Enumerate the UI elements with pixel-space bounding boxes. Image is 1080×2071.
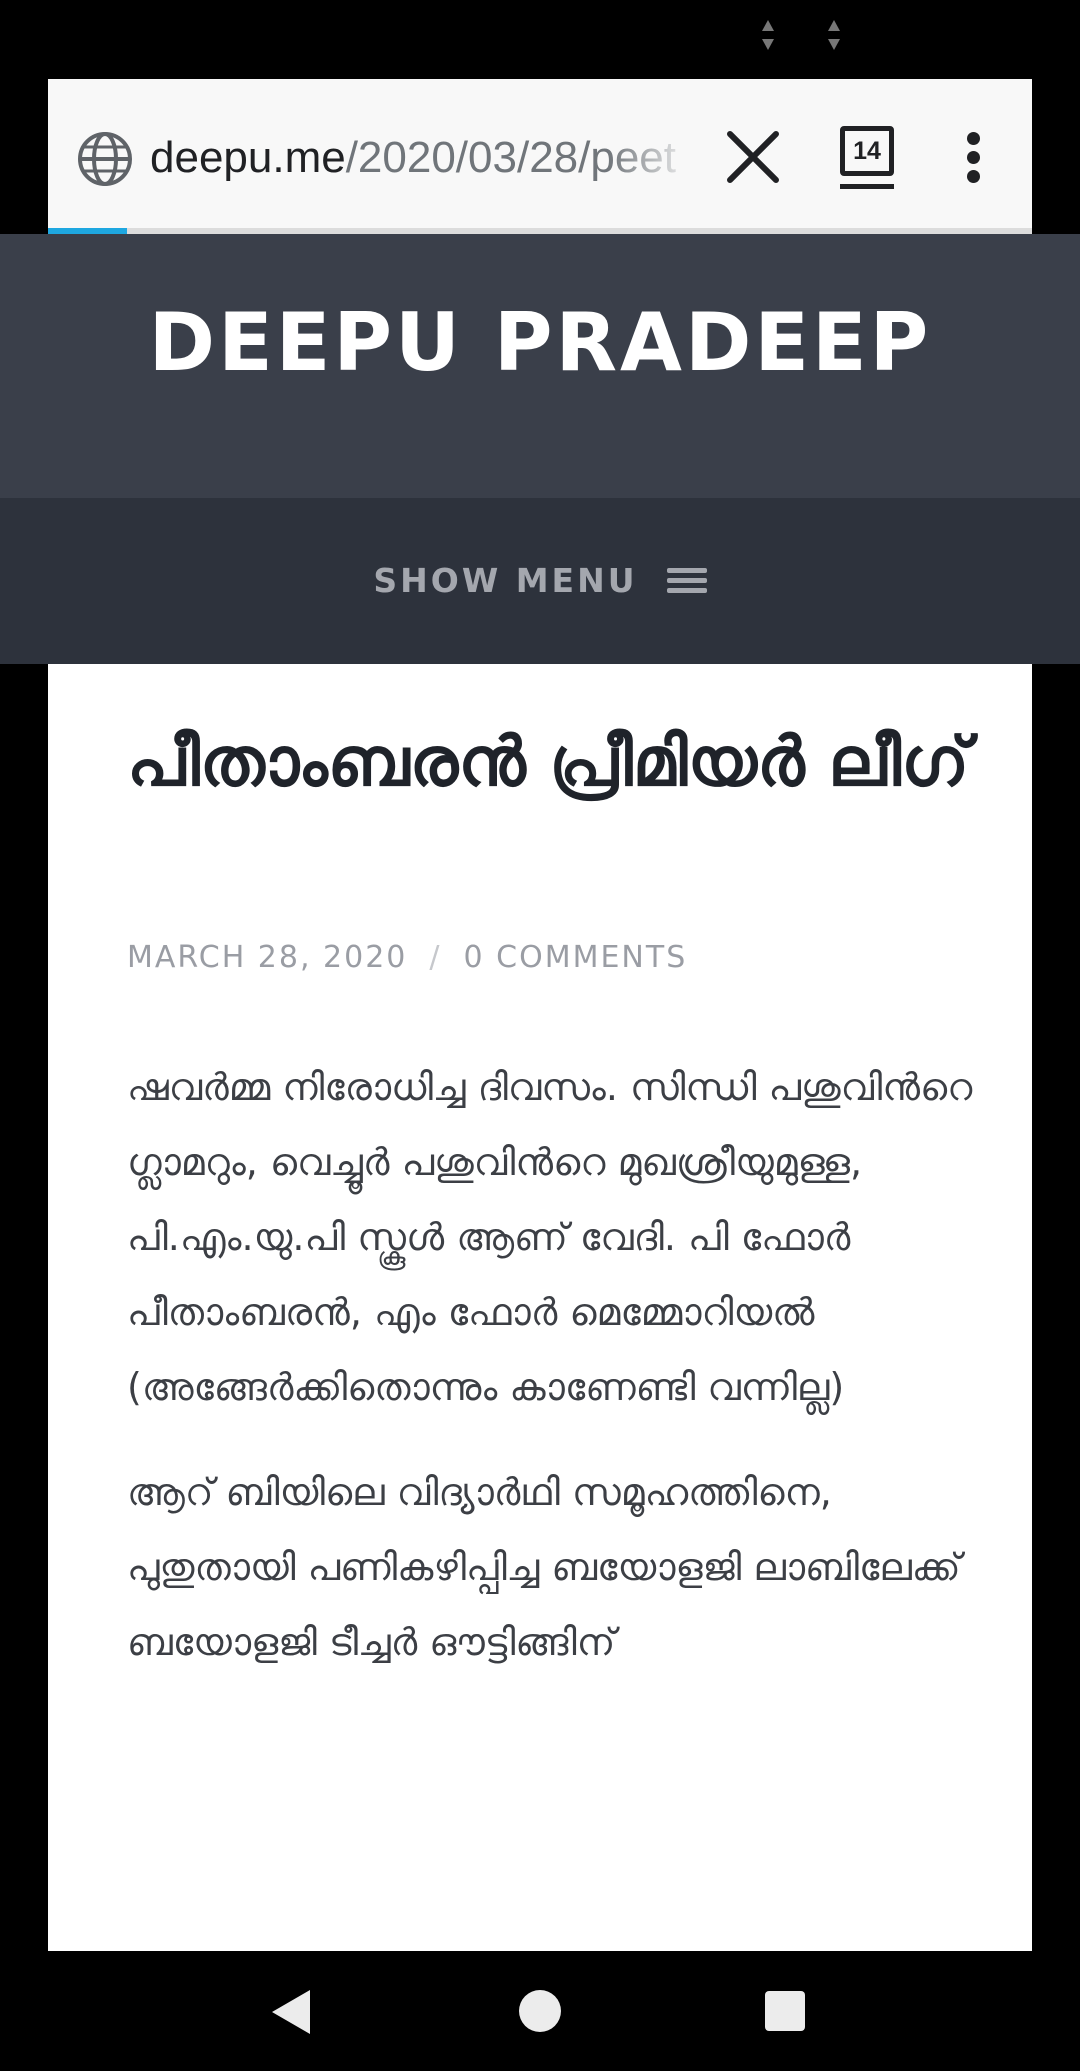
home-icon[interactable] <box>519 1990 561 2032</box>
post-title: പീതാംബരൻ പ്രീമിയർ ലീഗ് <box>127 723 970 802</box>
close-icon[interactable] <box>720 124 786 190</box>
hamburger-icon <box>666 566 707 596</box>
comments-link[interactable]: 0 COMMENTS <box>464 940 688 975</box>
post-paragraph: ആറ് ബിയിലെ വിദ്യാർഥി സമൂഹത്തിനെ, പുതുതായ… <box>127 1470 961 1664</box>
url-path: /2020/03/28/peet <box>345 133 677 182</box>
tab-switcher-button[interactable]: 14 <box>838 122 898 192</box>
url-domain: deepu.me <box>150 133 346 182</box>
signal-activity-icon <box>823 18 845 52</box>
site-title[interactable]: DEEPU PRADEEP <box>0 288 1080 398</box>
url-field[interactable]: deepu.me/2020/03/28/peet <box>150 130 695 186</box>
recents-icon[interactable] <box>765 1991 805 2031</box>
network-activity-icon <box>757 18 779 52</box>
post-content: ഷവർമ്മ നിരോധിച്ച ദിവസം. സിന്ധി പശുവിൻറെ … <box>127 1050 987 1951</box>
globe-icon[interactable] <box>74 128 136 190</box>
tab-count: 14 <box>853 137 881 165</box>
show-menu-label: SHOW MENU <box>373 561 638 600</box>
meta-separator: / <box>429 940 442 975</box>
post-meta: MARCH 28, 2020 / 0 COMMENTS <box>127 935 687 981</box>
status-bar <box>0 0 1080 79</box>
back-icon[interactable] <box>268 1988 314 2036</box>
phone-screen: deepu.me/2020/03/28/peet 14 DEEPU PRADEE… <box>0 0 1080 2071</box>
overflow-menu-icon[interactable] <box>954 126 994 188</box>
show-menu-button[interactable]: SHOW MENU <box>0 558 1080 604</box>
post-date[interactable]: MARCH 28, 2020 <box>127 940 407 975</box>
post-paragraph: ഷവർമ്മ നിരോധിച്ച ദിവസം. സിന്ധി പശുവിൻറെ … <box>127 1065 973 1409</box>
